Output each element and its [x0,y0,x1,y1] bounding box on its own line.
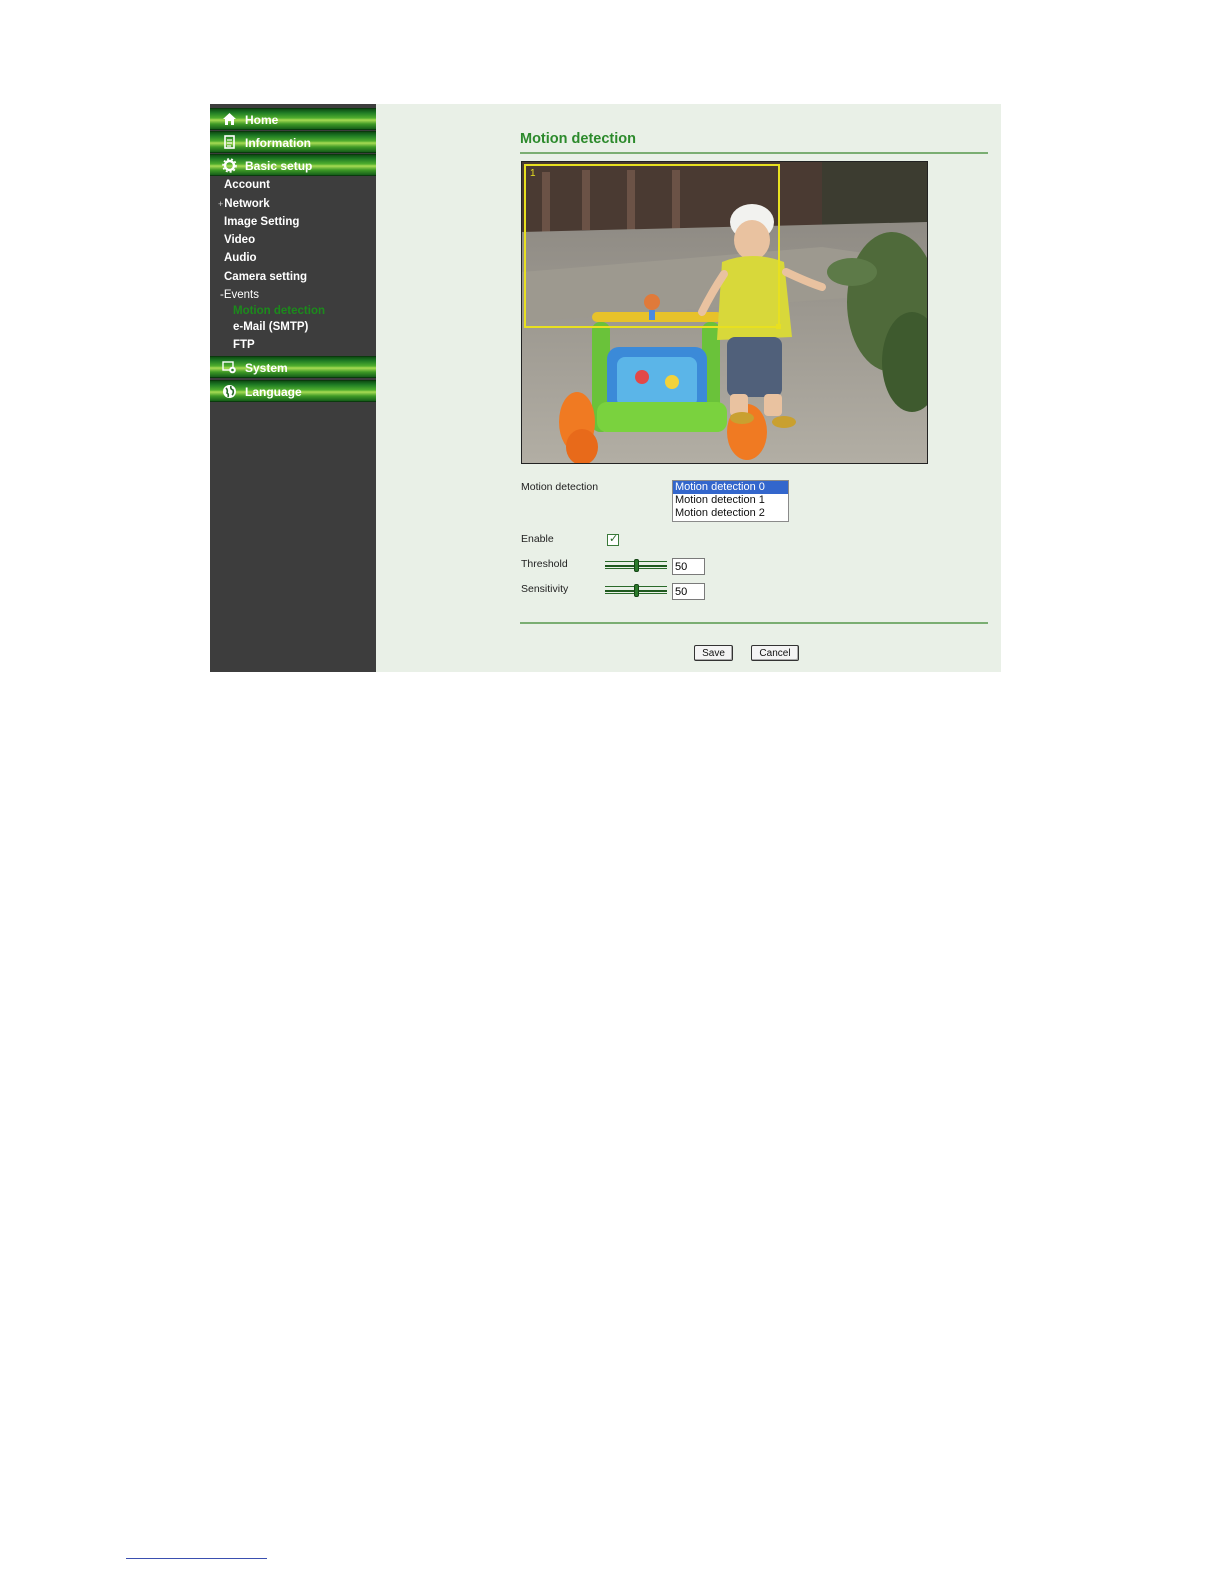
sidebar-item-account-label: Account [224,179,270,191]
nav-information-label: Information [245,136,311,150]
nav-basic-setup[interactable]: Basic setup [210,154,376,176]
nav-basic-setup-label: Basic setup [245,159,313,173]
sidebar-item-video-label: Video [224,234,256,246]
nav-system-label: System [245,361,288,375]
sensitivity-slider[interactable] [605,584,667,598]
sidebar-item-motion-detection-label: Motion detection [233,305,325,317]
nav-language-label: Language [245,385,302,399]
motion-detection-label: Motion detection [521,481,599,493]
sidebar-item-network-label: Network [224,198,270,210]
slider-thumb[interactable] [633,559,639,572]
sensitivity-label: Sensitivity [521,583,569,595]
threshold-label: Threshold [521,558,568,570]
sidebar-item-account[interactable]: Account [224,179,270,191]
check-icon: ✓ [609,533,619,545]
sidebar-item-email-smtp[interactable]: e-Mail (SMTP) [233,321,308,333]
sidebar-item-events[interactable]: -Events [220,289,259,301]
nav-home[interactable]: Home [210,108,376,130]
sidebar: Home Information Basic setup Account +Ne… [210,104,376,672]
motion-detection-listbox[interactable]: Motion detection 0 Motion detection 1 Mo… [672,480,789,522]
camera-web-ui: Home Information Basic setup Account +Ne… [210,104,1001,672]
nav-home-label: Home [245,113,279,127]
sidebar-item-motion-detection[interactable]: Motion detection [233,305,325,317]
form-divider [520,622,988,624]
cancel-button[interactable]: Cancel [751,645,799,661]
sidebar-item-ftp-label: FTP [233,339,255,351]
document-icon [222,135,237,150]
nav-system[interactable]: System [210,356,376,378]
sidebar-item-image-setting-label: Image Setting [224,216,300,228]
threshold-slider[interactable] [605,559,667,573]
expand-marker: + [218,199,224,209]
motion-detection-option[interactable]: Motion detection 2 [673,507,788,520]
threshold-input[interactable] [672,558,705,575]
footer-link-line [126,1558,267,1559]
gear-icon [222,158,237,173]
motion-detection-option[interactable]: Motion detection 0 [673,481,788,494]
nav-language[interactable]: Language [210,380,376,402]
sidebar-item-image-setting[interactable]: Image Setting [224,216,299,228]
motion-detection-window[interactable]: 1 [524,164,781,329]
save-button[interactable]: Save [694,645,733,661]
sensitivity-input[interactable] [672,583,705,600]
system-icon [222,360,237,375]
sidebar-item-camera-setting-label: Camera setting [224,271,308,283]
title-divider [520,152,988,154]
globe-icon [222,384,237,399]
slider-thumb[interactable] [633,584,639,597]
motion-window-label: 1 [530,168,536,179]
sidebar-item-audio-label: Audio [224,252,257,264]
sidebar-item-network[interactable]: +Network [218,198,270,210]
sidebar-item-ftp[interactable]: FTP [233,339,255,351]
page-title: Motion detection [520,131,636,147]
enable-label: Enable [521,533,554,545]
sidebar-item-camera-setting[interactable]: Camera setting [224,271,307,283]
sidebar-item-video[interactable]: Video [224,234,255,246]
sidebar-item-email-smtp-label: e-Mail (SMTP) [233,321,309,333]
motion-detection-option[interactable]: Motion detection 1 [673,494,788,507]
enable-checkbox[interactable]: ✓ [607,533,619,546]
resize-handle[interactable] [776,324,781,329]
sidebar-item-audio[interactable]: Audio [224,252,257,264]
sidebar-item-events-label: Events [223,289,260,301]
camera-preview[interactable]: 1 [521,161,928,464]
home-icon [222,112,237,127]
main-content: Motion detection 1 Motion detection Moti… [376,104,1001,672]
nav-information[interactable]: Information [210,131,376,153]
